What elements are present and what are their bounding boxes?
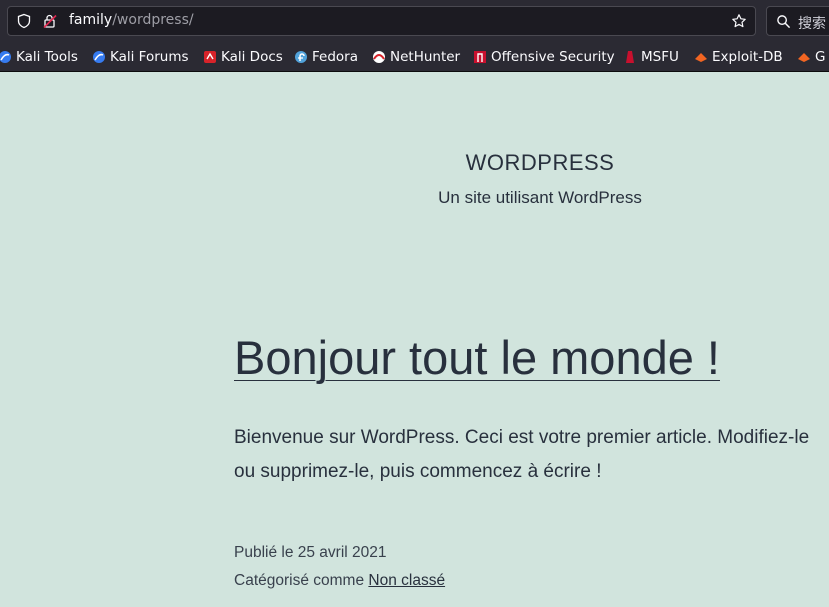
bookmark-star-icon[interactable] — [731, 13, 747, 29]
category-link[interactable]: Non classé — [368, 572, 445, 589]
bookmark-fedora[interactable]: Fedora — [294, 47, 358, 67]
category-prefix: Catégorisé comme — [234, 572, 369, 589]
bookmark-kali-forums[interactable]: Kali Forums — [92, 47, 189, 67]
bookmark-msfu[interactable]: MSFU — [623, 47, 679, 67]
browser-toolbar: family/wordpress/ 搜索 Kali Tools Kali For… — [0, 0, 829, 72]
post-published-date: Publié le 25 avril 2021 — [234, 544, 387, 561]
bookmark-label: G — [815, 49, 826, 65]
post-excerpt-line: Bienvenue sur WordPress. Ceci est votre … — [234, 427, 810, 448]
kali-docs-icon — [204, 51, 216, 63]
insecure-lock-icon[interactable] — [42, 13, 58, 29]
bookmark-label: NetHunter — [390, 49, 461, 65]
search-icon — [777, 15, 791, 29]
bookmark-g[interactable]: G — [797, 47, 825, 67]
exploitdb-icon — [695, 53, 707, 62]
bookmark-label: MSFU — [641, 49, 679, 65]
post-category-meta: Catégorisé comme Non classé — [234, 572, 445, 590]
offsec-icon — [474, 51, 486, 63]
bookmark-exploit-db[interactable]: Exploit-DB — [694, 47, 783, 67]
site-title[interactable]: WORDPRESS — [430, 150, 650, 176]
kali-icon — [0, 51, 11, 63]
bookmark-kali-tools[interactable]: Kali Tools — [0, 47, 78, 67]
bookmark-nethunter[interactable]: NetHunter — [372, 47, 460, 67]
nethunter-icon — [373, 51, 385, 63]
search-bar[interactable]: 搜索 — [766, 6, 829, 36]
fedora-icon — [295, 51, 307, 63]
bookmark-label: Kali Forums — [110, 49, 189, 65]
kali-icon — [93, 51, 105, 63]
shield-icon[interactable] — [16, 13, 32, 29]
site-description: Un site utilisant WordPress — [438, 188, 642, 207]
bookmark-kali-docs[interactable]: Kali Docs — [203, 47, 283, 67]
post-title-link[interactable]: Bonjour tout le monde ! — [234, 330, 720, 385]
bookmark-offensive-security[interactable]: Offensive Security — [473, 47, 615, 67]
toolbar-divider — [0, 71, 829, 72]
bookmark-label: Exploit-DB — [712, 49, 783, 65]
bookmark-label: Offensive Security — [491, 49, 615, 65]
exploitdb-icon — [798, 53, 810, 62]
url-host: family — [69, 12, 113, 28]
bookmark-label: Fedora — [312, 49, 358, 65]
msfu-icon — [626, 51, 634, 63]
bookmark-label: Kali Tools — [16, 49, 78, 65]
post-excerpt-line: ou supprimez-le, puis commencez à écrire… — [234, 461, 602, 482]
search-placeholder: 搜索 — [798, 16, 826, 32]
url-path: /wordpress/ — [112, 12, 194, 28]
address-bar[interactable]: family/wordpress/ — [7, 6, 756, 36]
bookmark-label: Kali Docs — [221, 49, 283, 65]
url-text[interactable]: family/wordpress/ — [69, 12, 194, 28]
bookmarks-toolbar: Kali Tools Kali Forums Kali Docs Fedora … — [0, 44, 829, 71]
